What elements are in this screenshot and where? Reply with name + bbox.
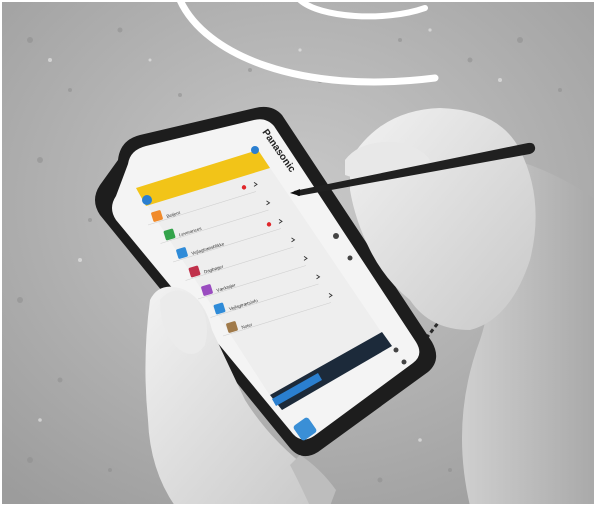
bezel-button-2[interactable] xyxy=(347,255,353,261)
tablet-photo: Panasonic BetjentLeverancesVejlagtrætsbl… xyxy=(0,0,596,506)
notification-badge xyxy=(241,185,247,190)
notification-badge xyxy=(266,222,272,227)
bezel-button-1[interactable] xyxy=(333,233,339,239)
bezel-button-4[interactable] xyxy=(401,359,407,365)
home-icon[interactable] xyxy=(142,195,152,205)
bezel-button-3[interactable] xyxy=(393,347,399,353)
photo-scene: Panasonic Betjent Leverances Vejlagtrætsbl… xyxy=(0,0,596,506)
refresh-icon[interactable] xyxy=(251,146,259,154)
